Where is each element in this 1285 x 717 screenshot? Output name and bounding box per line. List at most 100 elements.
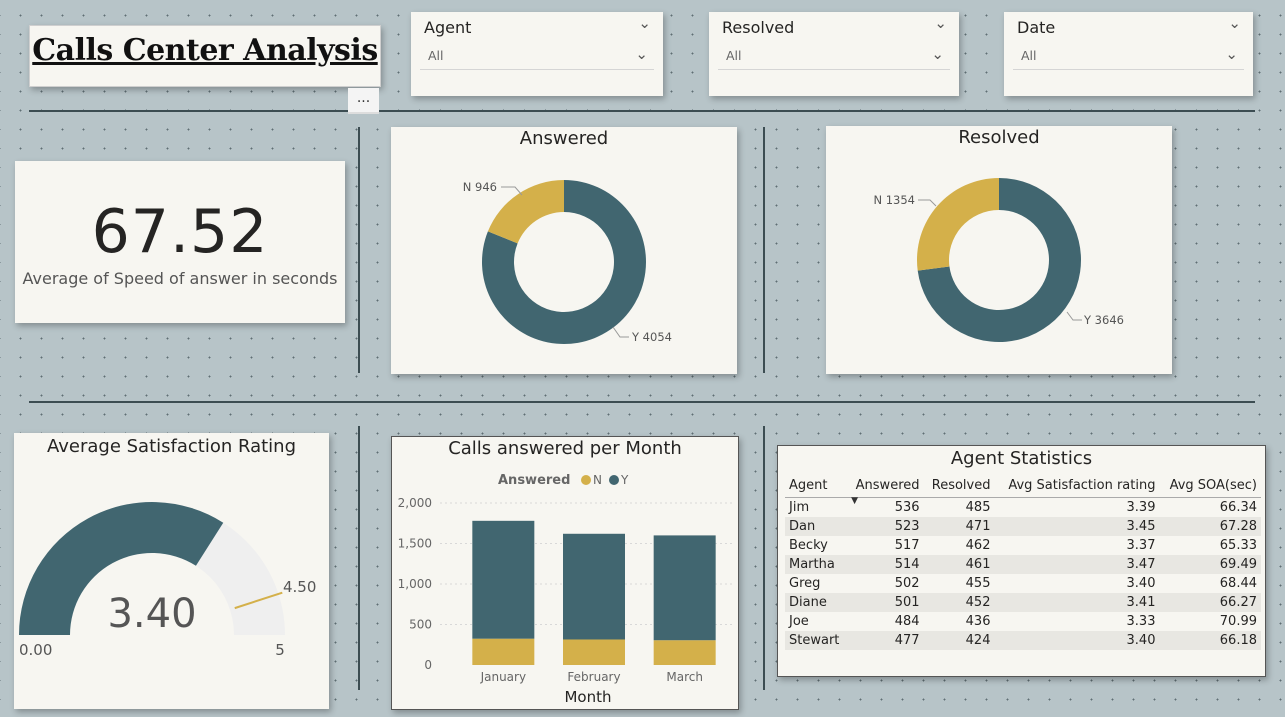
table-body: Jim 536 485 3.39 66.34 Dan 523 471 3.45 67.28 Beck… xyxy=(785,498,1261,650)
table-cell: 65.33 xyxy=(1219,537,1257,553)
table-cell: Stewart xyxy=(785,631,848,650)
bar-n-march[interactable] xyxy=(653,640,716,665)
slice-label-y: Y 4054 xyxy=(631,330,672,344)
chevron-down-icon[interactable]: ⌄ xyxy=(931,45,944,63)
date-dropdown[interactable]: All ⌄ xyxy=(1013,43,1244,70)
divider-middle xyxy=(29,401,1255,403)
table-title: Agent Statistics xyxy=(950,448,1093,469)
table-row[interactable]: Becky 517 462 3.37 65.33 xyxy=(785,536,1261,555)
table-row[interactable]: Joe 484 436 3.33 70.99 xyxy=(785,612,1261,631)
donut-slice-n[interactable] xyxy=(917,178,999,271)
resolved-donut-card[interactable]: Resolved N 1354 Y 3646 xyxy=(826,126,1172,374)
table-row[interactable]: Dan 523 471 3.45 67.28 xyxy=(785,517,1261,536)
y-tick-label: 500 xyxy=(409,618,432,632)
column-header-avg-satisfaction[interactable]: Avg Satisfaction rating xyxy=(994,476,1160,498)
leader-line xyxy=(918,199,937,207)
legend-label-y: Y xyxy=(620,473,629,487)
y-tick-label: 2,000 xyxy=(398,496,432,510)
legend: Answered N Y xyxy=(498,473,629,488)
table-cell: 70.99 xyxy=(1219,613,1257,629)
resolved-slicer[interactable]: Resolved ⌄ All ⌄ xyxy=(709,12,959,96)
legend-swatch-y xyxy=(609,475,619,485)
divider-mid-bottom xyxy=(763,426,765,690)
donut-slices xyxy=(917,178,1081,342)
column-header-agent[interactable]: Agent xyxy=(785,476,848,498)
table-cell: 536 xyxy=(894,499,920,515)
table-row[interactable]: Greg 502 455 3.40 68.44 xyxy=(785,574,1261,593)
table-cell: 436 xyxy=(965,613,991,629)
report-title-card[interactable]: Calls Center Analysis xyxy=(29,25,381,87)
satisfaction-gauge-card[interactable]: Average Satisfaction Rating 3.40 0.00 5 … xyxy=(14,433,329,709)
x-tick-label: January xyxy=(480,670,527,684)
y-tick-label: 1,000 xyxy=(398,577,432,591)
chevron-down-icon[interactable]: ⌄ xyxy=(1225,45,1238,63)
donut-slice-n[interactable] xyxy=(487,180,564,244)
table-cell: 3.33 xyxy=(1126,613,1156,629)
bars xyxy=(472,520,716,665)
agent-slicer[interactable]: Agent ⌄ All ⌄ xyxy=(411,12,663,96)
slice-label-n: N 1354 xyxy=(873,193,915,207)
chevron-down-icon[interactable]: ⌄ xyxy=(635,45,648,63)
report-title: Calls Center Analysis xyxy=(32,33,378,68)
table-row[interactable]: Stewart 477 424 3.40 66.18 xyxy=(785,631,1261,650)
agent-dropdown[interactable]: All ⌄ xyxy=(420,43,654,70)
slicer-label: Resolved xyxy=(722,18,795,37)
table-cell: Greg xyxy=(789,575,821,591)
agent-statistics-table: Agent Answered ▼ Resolved Avg Satisfactio… xyxy=(785,476,1261,650)
slicer-label: Agent xyxy=(424,18,472,37)
gauge-min-label: 0.00 xyxy=(19,641,52,659)
table-cell: 452 xyxy=(923,593,995,612)
divider-left-top xyxy=(358,127,360,373)
bar-y-march[interactable] xyxy=(653,535,716,641)
y-tick-label: 1,500 xyxy=(398,537,432,551)
slicer-value: All xyxy=(726,48,742,63)
y-tick-label: 0 xyxy=(424,658,432,672)
table-cell: 69.49 xyxy=(1159,555,1261,574)
gauge-max-label: 5 xyxy=(275,641,285,659)
legend-label-n: N xyxy=(593,473,602,487)
slicer-label: Date xyxy=(1017,18,1056,37)
bar-y-february[interactable] xyxy=(563,533,625,640)
column-header-answered[interactable]: Answered ▼ xyxy=(847,476,924,506)
column-header-resolved[interactable]: Resolved xyxy=(923,476,995,498)
table-cell: 502 xyxy=(894,575,920,591)
table-cell: 484 xyxy=(894,613,920,629)
table-cell: 514 xyxy=(847,555,924,574)
answered-donut-card[interactable]: Answered N 946 Y 4054 xyxy=(391,127,737,374)
table-cell: Martha xyxy=(785,555,848,574)
chevron-down-icon[interactable]: ⌄ xyxy=(1228,14,1241,32)
slice-label-n: N 946 xyxy=(463,180,497,194)
x-axis-label: Month xyxy=(564,688,611,706)
calls-per-month-card[interactable]: Calls answered per Month Answered N Y 05… xyxy=(391,436,739,710)
table-cell: 424 xyxy=(923,631,995,650)
table-row[interactable]: Martha 514 461 3.47 69.49 xyxy=(785,555,1261,574)
bar-n-january[interactable] xyxy=(472,638,535,665)
table-cell: 461 xyxy=(923,555,995,574)
legend-title: Answered xyxy=(498,473,570,488)
legend-swatch-n xyxy=(581,475,591,485)
table-cell: 3.39 xyxy=(1126,499,1156,515)
table-cell: 67.28 xyxy=(1159,517,1261,536)
table-cell: 477 xyxy=(847,631,924,650)
table-cell: 3.40 xyxy=(994,631,1160,650)
chevron-down-icon[interactable]: ⌄ xyxy=(638,14,651,32)
table-header-row: Agent Answered ▼ Resolved Avg Satisfactio… xyxy=(785,476,1261,506)
bar-y-january[interactable] xyxy=(472,520,535,639)
agent-statistics-card[interactable]: Agent Statistics Agent Answered ▼ Resolve… xyxy=(777,445,1266,677)
donut-slices xyxy=(482,180,646,344)
date-slicer[interactable]: Date ⌄ All ⌄ xyxy=(1004,12,1253,96)
table-cell: 3.40 xyxy=(1126,575,1156,591)
chevron-down-icon[interactable]: ⌄ xyxy=(934,14,947,32)
table-row[interactable]: Diane 501 452 3.41 66.27 xyxy=(785,593,1261,612)
column-header-avg-soa[interactable]: Avg SOA(sec) xyxy=(1159,476,1261,498)
gauge-chart: 3.40 0.00 5 4.50 xyxy=(19,502,316,659)
table-cell: 3.45 xyxy=(994,517,1160,536)
bar-n-february[interactable] xyxy=(563,639,625,665)
divider-mid-top xyxy=(763,127,765,373)
table-cell: Dan xyxy=(785,517,848,536)
table-cell: 462 xyxy=(965,537,991,553)
kpi-card[interactable]: 67.52 Average of Speed of answer in seco… xyxy=(15,161,345,323)
more-options-button[interactable]: ... xyxy=(348,88,379,114)
resolved-dropdown[interactable]: All ⌄ xyxy=(718,43,950,70)
table-cell: 3.41 xyxy=(994,593,1160,612)
